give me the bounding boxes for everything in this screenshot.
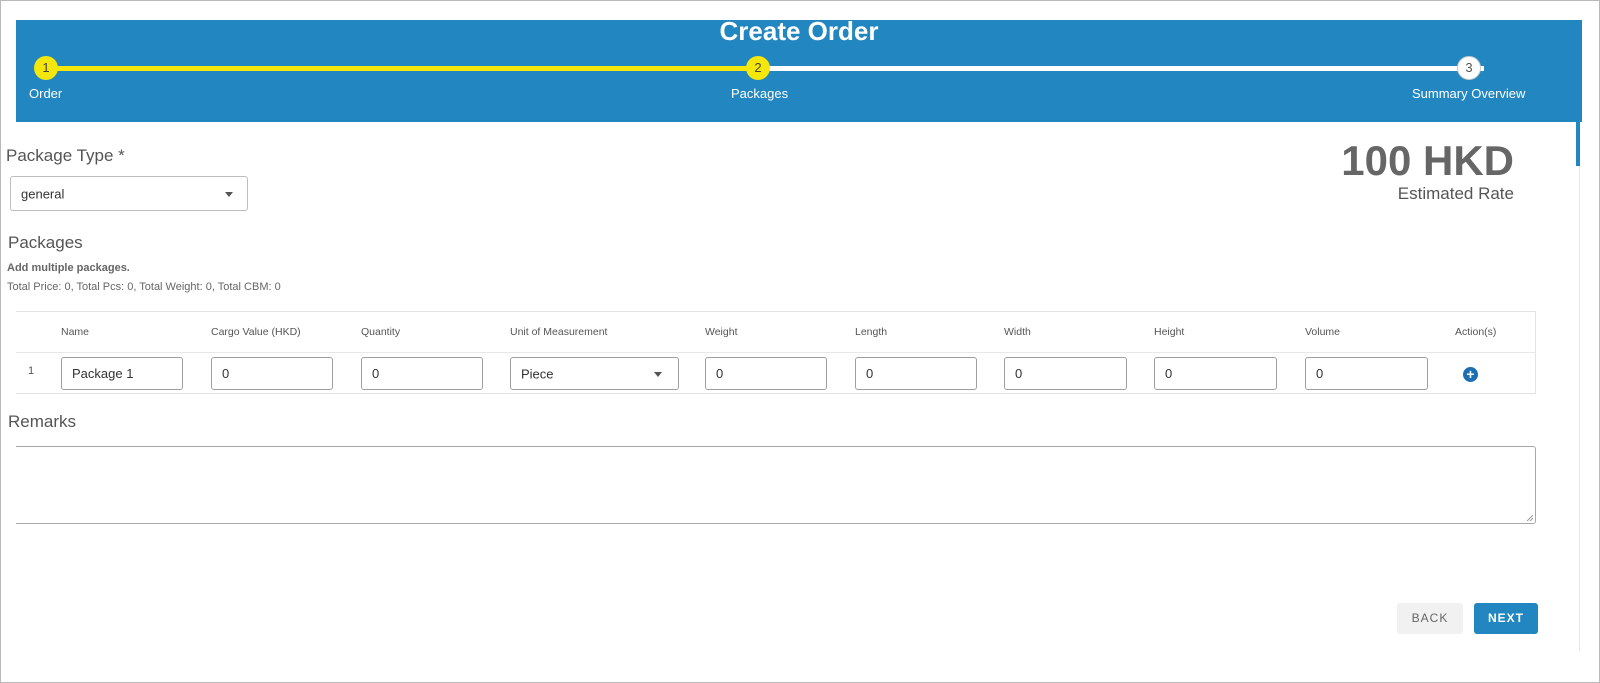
packages-hint: Add multiple packages. — [7, 262, 130, 274]
col-actions: Action(s) — [1455, 326, 1497, 338]
package-type-value: general — [21, 186, 65, 201]
col-width: Width — [1004, 326, 1031, 338]
caret-down-icon — [225, 191, 233, 197]
stepper-progress-pending — [758, 66, 1484, 71]
step-1-circle[interactable]: 1 — [34, 56, 58, 80]
col-unit: Unit of Measurement — [510, 326, 608, 338]
col-weight: Weight — [705, 326, 738, 338]
packages-table: Name Cargo Value (HKD) Quantity Unit of … — [16, 311, 1536, 394]
remarks-textarea[interactable] — [16, 446, 1536, 524]
step-2-label[interactable]: Packages — [731, 86, 788, 101]
quantity-input[interactable]: 0 — [361, 357, 483, 390]
col-cargo-value: Cargo Value (HKD) — [211, 326, 301, 338]
length-input[interactable]: 0 — [855, 357, 977, 390]
remarks-label: Remarks — [8, 412, 77, 431]
height-input[interactable]: 0 — [1154, 357, 1277, 390]
back-button[interactable]: BACK — [1397, 603, 1463, 634]
width-input[interactable]: 0 — [1004, 357, 1127, 390]
unit-select[interactable]: Piece — [510, 357, 679, 390]
col-quantity: Quantity — [361, 326, 401, 338]
step-2-circle[interactable]: 2 — [746, 56, 770, 80]
step-3-label[interactable]: Summary Overview — [1412, 86, 1525, 101]
col-length: Length — [855, 326, 888, 338]
col-height: Height — [1154, 326, 1185, 338]
col-volume: Volume — [1305, 326, 1341, 338]
next-button[interactable]: NEXT — [1474, 603, 1538, 634]
estimated-rate: 100 HKD Estimated Rate — [1341, 138, 1514, 204]
package-type-label: Package Type * — [6, 146, 125, 165]
plus-circle-icon[interactable]: + — [1463, 367, 1478, 382]
rate-amount: 100 HKD — [1341, 137, 1514, 184]
package-type-select[interactable]: general — [10, 176, 248, 211]
step-1-label[interactable]: Order — [29, 86, 62, 101]
package-name-input[interactable]: Package 1 — [61, 357, 183, 390]
table-header-divider — [16, 352, 1535, 353]
stepper-header: Create Order 1 Order 2 Packages 3 Summar… — [16, 16, 1582, 122]
step-3-circle[interactable]: 3 — [1457, 56, 1481, 80]
cargo-value-input[interactable]: 0 — [211, 357, 333, 390]
resize-grip-icon[interactable] — [1527, 515, 1533, 521]
card-accent — [1576, 122, 1580, 166]
packages-title: Packages — [8, 233, 83, 252]
row-index: 1 — [28, 365, 35, 377]
rate-label: Estimated Rate — [1397, 184, 1514, 203]
weight-input[interactable]: 0 — [705, 357, 827, 390]
page-title: Create Order — [719, 16, 879, 46]
caret-down-icon — [654, 371, 662, 377]
unit-value: Piece — [521, 366, 554, 381]
volume-input[interactable]: 0 — [1305, 357, 1428, 390]
card-edge — [1579, 166, 1580, 651]
stepper-progress-completed — [46, 66, 758, 71]
col-name: Name — [61, 326, 90, 338]
packages-totals: Total Price: 0, Total Pcs: 0, Total Weig… — [7, 281, 281, 293]
